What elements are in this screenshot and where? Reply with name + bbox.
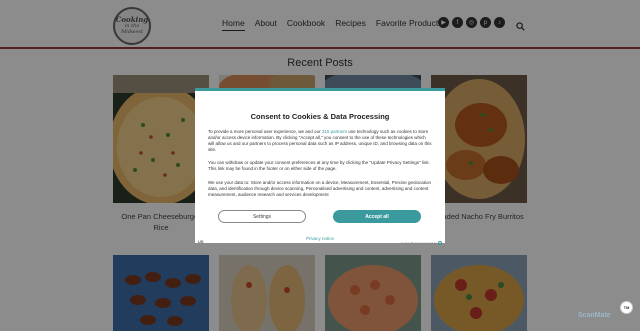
region-flag: US — [198, 239, 204, 244]
consent-paragraph-1: To provide a more personal user experien… — [208, 129, 432, 153]
accept-all-button[interactable]: Accept all — [333, 210, 421, 223]
settings-button[interactable]: Settings — [218, 210, 306, 223]
consent-paragraph-2: You can withdraw or update your consent … — [208, 160, 430, 171]
cookie-banner-logo-icon — [438, 241, 443, 246]
partners-link[interactable]: 315 partners — [322, 129, 347, 134]
watermark: ScanMate — [578, 312, 611, 319]
consent-title: Consent to Cookies & Data Processing — [250, 112, 390, 121]
consent-p1-text: To provide a more personal user experien… — [208, 129, 322, 134]
corner-badge[interactable]: TM — [620, 301, 633, 314]
powered-by-label: Cookie Banner powered by — [401, 241, 443, 246]
cookie-consent-dialog: Consent to Cookies & Data Processing To … — [195, 88, 445, 246]
consent-paragraph-3: We use your data to: Store and/or access… — [208, 180, 432, 197]
powered-by-text: Cookie Banner powered by — [401, 241, 438, 245]
